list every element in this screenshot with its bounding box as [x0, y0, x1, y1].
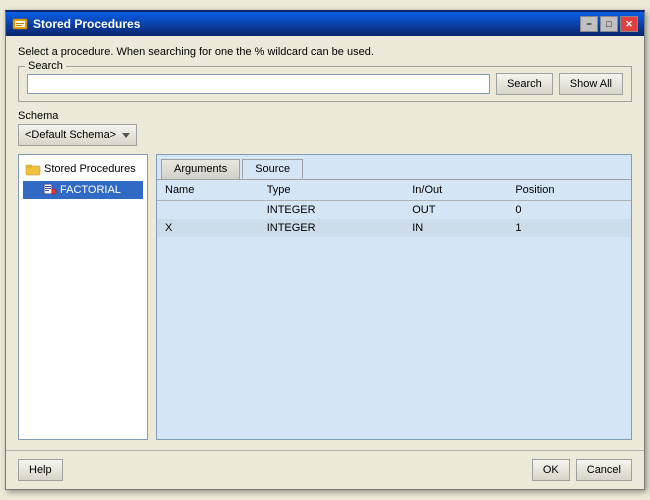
- tree-root-item[interactable]: Stored Procedures: [21, 159, 145, 179]
- window-footer: Help OK Cancel: [6, 450, 644, 489]
- schema-label: Schema: [18, 110, 632, 122]
- tab-content: Name Type In/Out Position INTEGEROUT0XIN…: [157, 179, 631, 439]
- tabs-bar: Arguments Source: [157, 155, 631, 179]
- arguments-table: Name Type In/Out Position INTEGEROUT0XIN…: [157, 180, 631, 237]
- chevron-down-icon: [122, 133, 130, 138]
- search-group: Search Search Show All: [18, 66, 632, 102]
- window-icon: [12, 16, 28, 32]
- window-title: Stored Procedures: [33, 17, 140, 31]
- cell-name: [157, 201, 259, 220]
- help-button[interactable]: Help: [18, 459, 63, 481]
- col-type: Type: [259, 180, 405, 201]
- description-text: Select a procedure. When searching for o…: [18, 46, 632, 58]
- cell-name: X: [157, 219, 259, 237]
- ok-button[interactable]: OK: [532, 459, 570, 481]
- tree-panel: Stored Procedures FACTORIAL: [18, 154, 148, 440]
- table-row: XINTEGERIN1: [157, 219, 631, 237]
- schema-value: <Default Schema>: [25, 129, 116, 141]
- window-body: Select a procedure. When searching for o…: [6, 36, 644, 450]
- minimize-button[interactable]: −: [580, 16, 598, 32]
- cell-position: 0: [507, 201, 631, 220]
- maximize-button[interactable]: □: [600, 16, 618, 32]
- stored-procedures-window: Stored Procedures − □ ✕ Select a procedu…: [5, 10, 645, 490]
- search-button[interactable]: Search: [496, 73, 553, 95]
- search-input[interactable]: [27, 74, 490, 94]
- tab-source[interactable]: Source: [242, 159, 303, 179]
- folder-icon: [25, 161, 41, 177]
- cell-type: INTEGER: [259, 201, 405, 220]
- col-name: Name: [157, 180, 259, 201]
- table-header-row: Name Type In/Out Position: [157, 180, 631, 201]
- col-inout: In/Out: [404, 180, 507, 201]
- footer-right: OK Cancel: [532, 459, 632, 481]
- procedure-icon: [43, 183, 57, 197]
- title-bar-controls: − □ ✕: [580, 16, 638, 32]
- schema-section: Schema <Default Schema>: [18, 110, 632, 146]
- cell-type: INTEGER: [259, 219, 405, 237]
- show-all-button[interactable]: Show All: [559, 73, 623, 95]
- search-row: Search Show All: [27, 73, 623, 95]
- tree-selected-item[interactable]: FACTORIAL: [23, 181, 143, 199]
- title-bar-left: Stored Procedures: [12, 16, 140, 32]
- cell-position: 1: [507, 219, 631, 237]
- close-button[interactable]: ✕: [620, 16, 638, 32]
- cell-inout: IN: [404, 219, 507, 237]
- cell-inout: OUT: [404, 201, 507, 220]
- title-bar: Stored Procedures − □ ✕: [6, 12, 644, 36]
- table-row: INTEGEROUT0: [157, 201, 631, 220]
- cancel-button[interactable]: Cancel: [576, 459, 632, 481]
- schema-dropdown[interactable]: <Default Schema>: [18, 124, 137, 146]
- search-label: Search: [25, 60, 66, 72]
- tree-root-label: Stored Procedures: [44, 163, 136, 175]
- right-panel: Arguments Source Name Type In/Out: [156, 154, 632, 440]
- tab-arguments[interactable]: Arguments: [161, 159, 240, 179]
- main-area: Stored Procedures FACTORIAL: [18, 154, 632, 440]
- tree-item-label: FACTORIAL: [60, 184, 121, 196]
- col-position: Position: [507, 180, 631, 201]
